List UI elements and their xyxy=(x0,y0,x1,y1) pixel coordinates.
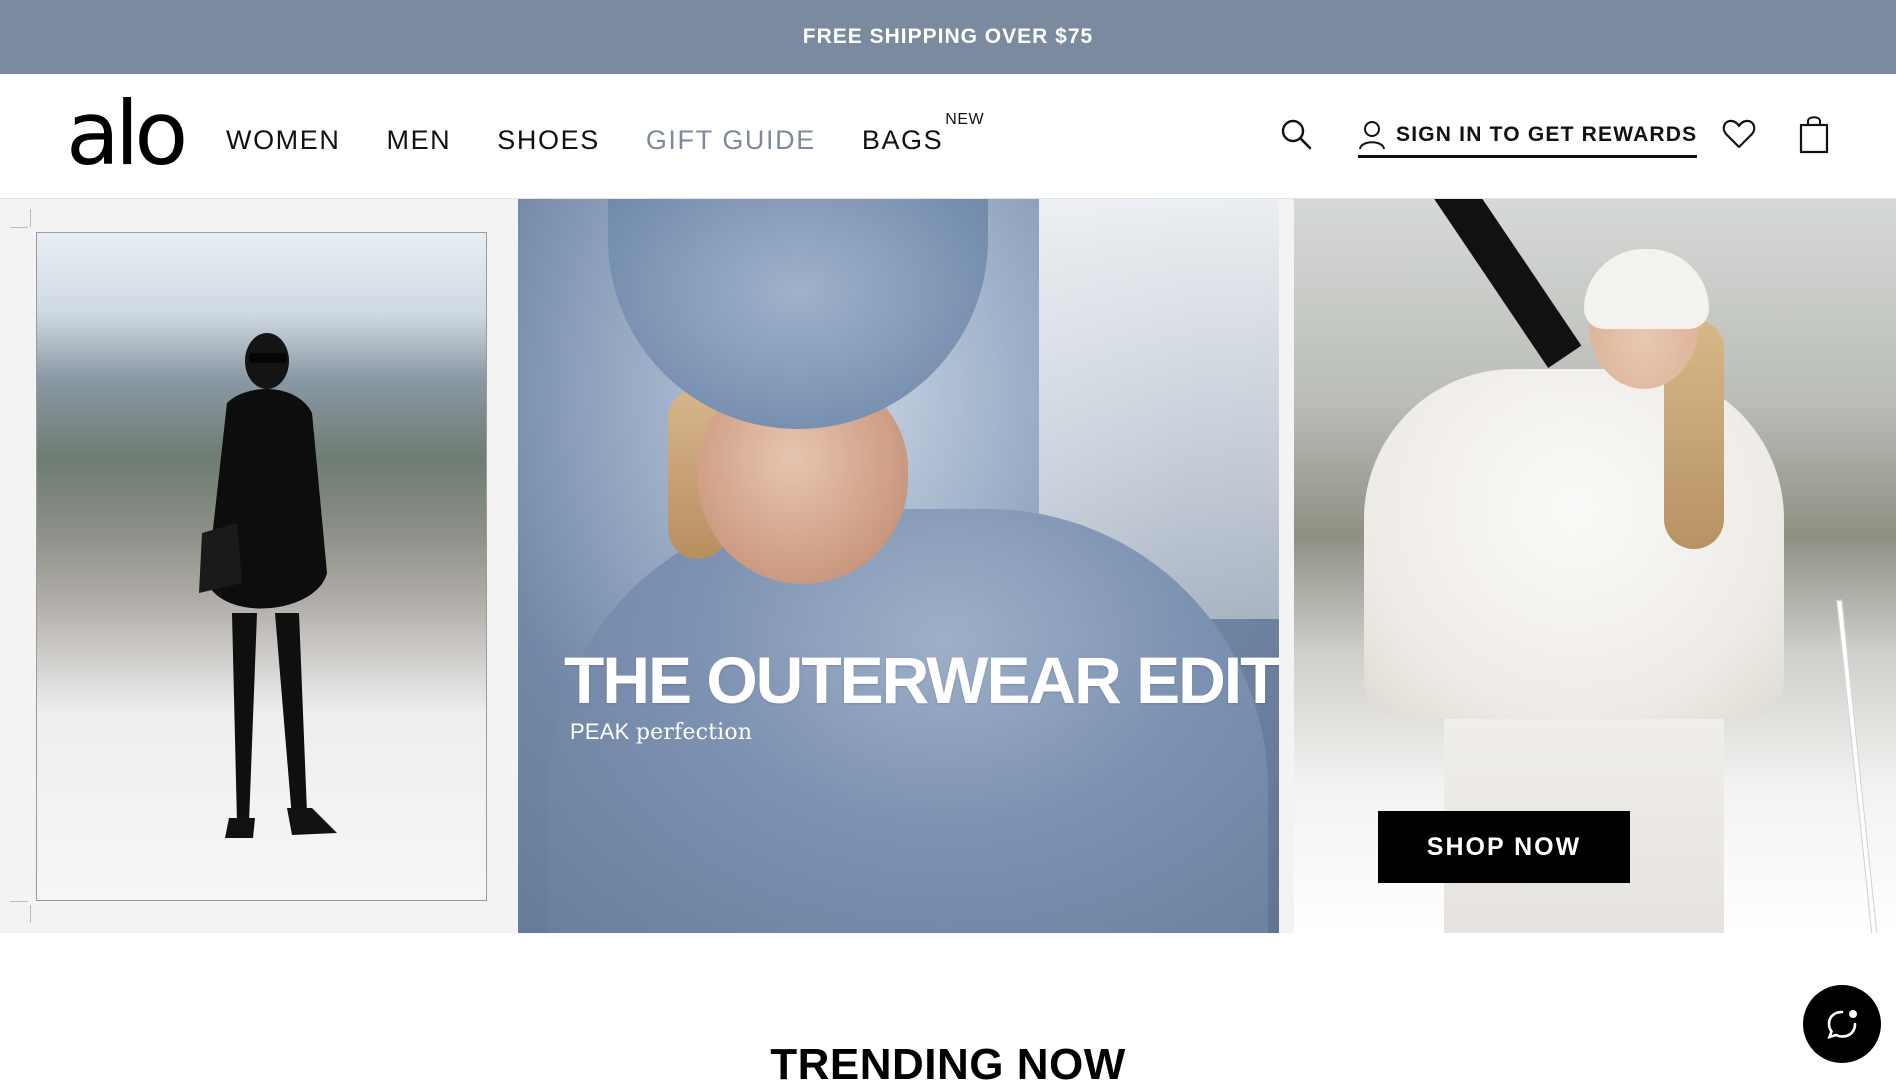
ski-image xyxy=(1414,199,1582,368)
shopping-bag-icon xyxy=(1799,116,1829,154)
crop-mark xyxy=(30,209,31,227)
chat-button[interactable] xyxy=(1803,985,1881,1063)
nav-item-gift-guide[interactable]: GIFT GUIDE xyxy=(646,125,816,156)
crop-mark xyxy=(30,905,31,923)
heart-icon xyxy=(1722,119,1756,149)
sign-in-label: SIGN IN TO GET REWARDS xyxy=(1396,122,1698,146)
crop-mark xyxy=(10,901,28,902)
shop-now-button[interactable]: SHOP NOW xyxy=(1378,811,1630,883)
nav-item-shoes[interactable]: SHOES xyxy=(497,125,600,156)
hero-image-left[interactable] xyxy=(36,232,487,901)
nav-item-men[interactable]: MEN xyxy=(386,125,451,156)
nav-item-women[interactable]: WOMEN xyxy=(226,125,340,156)
hero-banner: THE OUTERWEAR EDIT PEAK perfection SHOP … xyxy=(0,199,1896,933)
search-icon xyxy=(1281,119,1312,150)
nav-item-bags-label: BAGS xyxy=(861,124,944,155)
model-figure-image xyxy=(199,333,337,838)
hero-left-panel xyxy=(0,199,518,933)
brand-logo[interactable]: alo xyxy=(66,90,188,178)
hero-subtitle-brand: PEAK xyxy=(570,719,630,744)
nav-item-bags[interactable]: BAGS NEW xyxy=(861,111,984,156)
chat-icon xyxy=(1827,1010,1857,1040)
search-button[interactable] xyxy=(1276,114,1316,154)
main-nav: WOMEN MEN SHOES GIFT GUIDE BAGS NEW xyxy=(226,111,989,160)
user-icon xyxy=(1359,120,1385,149)
ski-pole-image xyxy=(1836,599,1878,933)
wishlist-button[interactable] xyxy=(1718,114,1760,154)
hero-title: THE OUTERWEAR EDIT xyxy=(564,643,1279,717)
hero-center-panel[interactable]: THE OUTERWEAR EDIT PEAK perfection xyxy=(518,199,1279,933)
trending-now-heading: TRENDING NOW xyxy=(770,1040,1126,1089)
new-badge: NEW xyxy=(945,110,985,128)
hero-subtitle-text: perfection xyxy=(635,720,753,745)
fur-hat-image xyxy=(608,199,988,429)
sign-in-link[interactable]: SIGN IN TO GET REWARDS xyxy=(1358,114,1698,158)
crop-mark xyxy=(10,227,28,228)
promo-banner: FREE SHIPPING OVER $75 xyxy=(0,0,1896,74)
cart-button[interactable] xyxy=(1796,112,1832,156)
beanie-image xyxy=(1584,249,1709,329)
site-header: alo WOMEN MEN SHOES GIFT GUIDE BAGS NEW … xyxy=(0,74,1896,199)
promo-text: FREE SHIPPING OVER $75 xyxy=(802,25,1094,48)
hero-right-panel[interactable]: SHOP NOW xyxy=(1294,199,1896,933)
hero-subtitle: PEAK perfection xyxy=(570,719,752,745)
